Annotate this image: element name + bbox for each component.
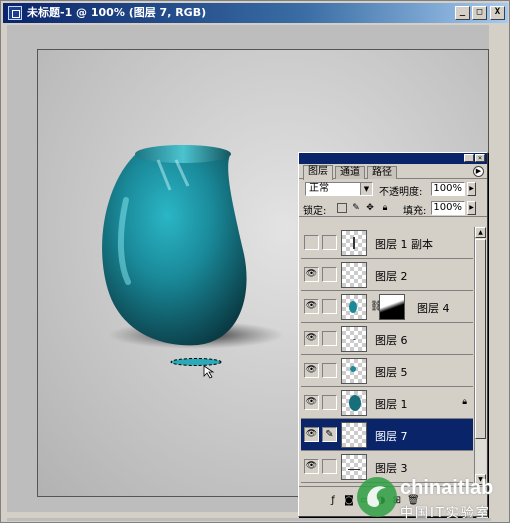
- eye-icon[interactable]: 👁︎: [304, 331, 319, 346]
- link-toggle[interactable]: [322, 459, 337, 474]
- layer-thumbnail: [341, 294, 367, 320]
- brush-icon[interactable]: ✎: [322, 427, 337, 442]
- opacity-slider-arrow-icon[interactable]: ▶: [467, 182, 476, 196]
- layer-thumbnail: [341, 390, 367, 416]
- close-button[interactable]: X: [490, 6, 505, 20]
- document-titlebar[interactable]: 未标题-1 @ 100% (图层 7, RGB) _ □ X: [3, 3, 508, 23]
- layer-row[interactable]: 图层 1 副本: [301, 227, 473, 259]
- layer-thumbnail: [341, 326, 367, 352]
- watermark-subtext: 中国IT实验室: [400, 506, 491, 521]
- lock-label: 锁定:: [303, 206, 327, 217]
- layer-row-selected[interactable]: 👁︎ ✎ 图层 7: [301, 419, 473, 451]
- layer-mask-thumbnail[interactable]: [379, 294, 405, 320]
- link-toggle[interactable]: [322, 235, 337, 250]
- layer-row[interactable]: 👁︎ 图层 6: [301, 323, 473, 355]
- fill-label: 填充:: [403, 206, 427, 217]
- eye-icon[interactable]: 👁︎: [304, 427, 319, 442]
- layer-thumbnail: [341, 422, 367, 448]
- vase-rim: [135, 145, 231, 163]
- scroll-thumb[interactable]: [475, 239, 486, 439]
- visibility-toggle[interactable]: [304, 235, 319, 250]
- layer-row[interactable]: 👁︎ 图层 2: [301, 259, 473, 291]
- photoshop-document-icon: [8, 6, 22, 20]
- layer-style-icon[interactable]: ƒ: [327, 495, 339, 507]
- link-toggle[interactable]: [322, 331, 337, 346]
- lock-row: 锁定: ✎ ✥ 🔒︎ 填充: 100% ▶: [299, 198, 487, 217]
- blend-mode-value: 正常: [309, 183, 329, 194]
- layer-row[interactable]: 👁︎ 图层 5: [301, 355, 473, 387]
- fill-field[interactable]: 100%: [431, 201, 465, 215]
- opacity-field[interactable]: 100%: [431, 182, 465, 196]
- layer-row[interactable]: 👁︎ ⛓ 图层 4: [301, 291, 473, 323]
- link-toggle[interactable]: [322, 363, 337, 378]
- layer-name: 图层 7: [375, 430, 408, 443]
- chevron-down-icon: ▼: [360, 183, 372, 195]
- eye-icon[interactable]: 👁︎: [304, 459, 319, 474]
- blend-row: 正常 ▼ 不透明度: 100% ▶: [299, 179, 487, 198]
- layer-row[interactable]: 👁︎ 图层 1 🔒︎: [301, 387, 473, 419]
- vertical-scrollbar[interactable]: [489, 25, 505, 513]
- marquee-selection: [170, 358, 222, 366]
- layer-name: 图层 5: [375, 366, 408, 379]
- eye-icon[interactable]: 👁︎: [304, 363, 319, 378]
- palette-titlebar[interactable]: _ ×: [299, 153, 487, 164]
- link-toggle[interactable]: [322, 267, 337, 282]
- blend-mode-select[interactable]: 正常 ▼: [305, 182, 373, 196]
- watermark-text: chinaitlab: [400, 477, 494, 499]
- lock-all-icon[interactable]: 🔒︎: [380, 203, 390, 213]
- palette-tabs: 图层 通道 路径 ▶: [299, 164, 487, 180]
- chinaitlab-logo-icon: [357, 477, 397, 517]
- layers-palette: _ × 图层 通道 路径 ▶ 正常 ▼ 不透明度: 100% ▶ 锁定: ✎ ✥…: [298, 152, 488, 517]
- document-title: 未标题-1 @ 100% (图层 7, RGB): [27, 6, 207, 19]
- eye-icon[interactable]: 👁︎: [304, 395, 319, 410]
- tab-layers[interactable]: 图层: [303, 165, 333, 180]
- palette-close-button[interactable]: ×: [475, 154, 485, 162]
- layer-name: 图层 1 副本: [375, 238, 433, 251]
- palette-menu-arrow-icon[interactable]: ▶: [473, 166, 484, 177]
- maximize-button[interactable]: □: [472, 6, 487, 20]
- layer-thumbnail: [341, 358, 367, 384]
- layer-thumbnail: [341, 230, 367, 256]
- link-toggle[interactable]: [322, 299, 337, 314]
- lock-transparency-icon[interactable]: [337, 203, 347, 213]
- layer-name: 图层 6: [375, 334, 408, 347]
- layer-name: 图层 1: [375, 398, 408, 411]
- watermark: chinaitlab 中国IT实验室: [350, 473, 510, 521]
- layer-name: 图层 2: [375, 270, 408, 283]
- lock-brush-icon[interactable]: ✎: [351, 203, 361, 213]
- layer-name: 图层 4: [417, 302, 450, 315]
- minimize-button[interactable]: _: [455, 6, 470, 20]
- eye-icon[interactable]: 👁︎: [304, 299, 319, 314]
- tab-paths[interactable]: 路径: [367, 166, 397, 179]
- opacity-label: 不透明度:: [379, 187, 423, 198]
- eye-icon[interactable]: 👁︎: [304, 267, 319, 282]
- palette-minimize-button[interactable]: _: [464, 154, 474, 162]
- cursor-icon: [203, 365, 215, 379]
- lock-move-icon[interactable]: ✥: [365, 203, 375, 213]
- tab-channels[interactable]: 通道: [335, 166, 365, 179]
- layer-thumbnail: [341, 262, 367, 288]
- layer-lock-icon: 🔒︎: [462, 397, 467, 407]
- fill-slider-arrow-icon[interactable]: ▶: [467, 201, 476, 215]
- scroll-up-icon[interactable]: ▲: [475, 227, 486, 238]
- layer-list: 图层 1 副本 👁︎ 图层 2 👁︎ ⛓ 图层 4 👁︎ 图层 6 👁︎ 图层: [301, 227, 473, 485]
- layer-list-scrollbar[interactable]: ▲ ▼: [474, 227, 486, 485]
- link-toggle[interactable]: [322, 395, 337, 410]
